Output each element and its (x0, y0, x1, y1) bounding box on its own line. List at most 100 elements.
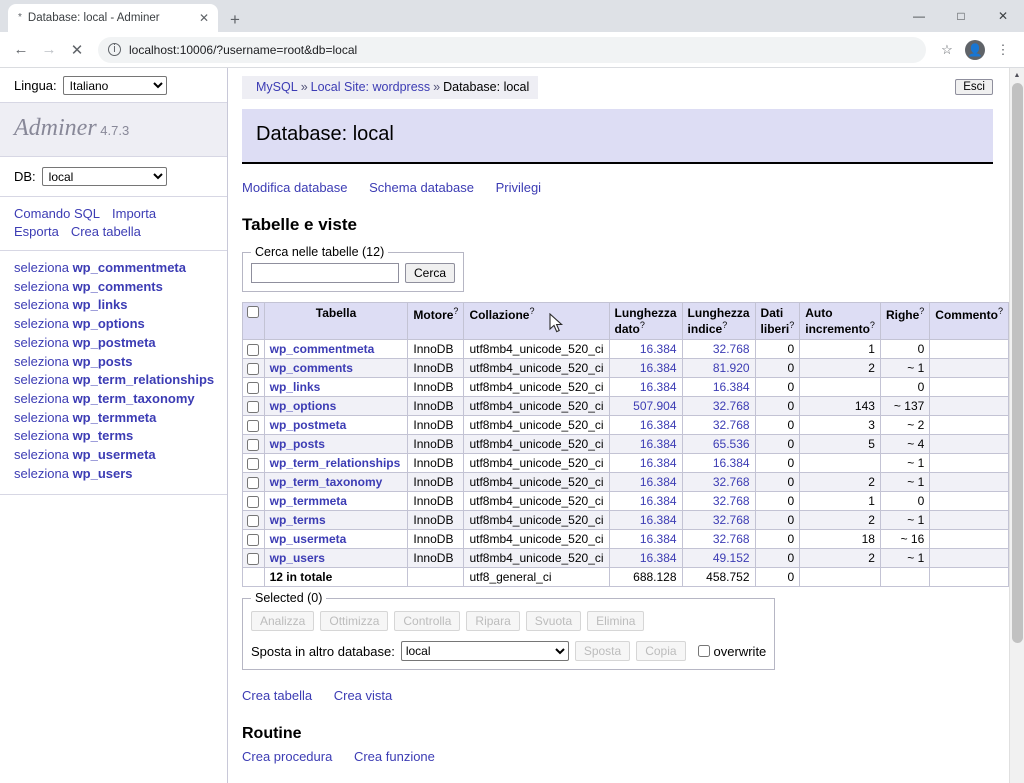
sidebar-table-link[interactable]: wp_terms (73, 428, 134, 443)
row-checkbox-cell[interactable] (242, 377, 265, 398)
link-create-procedure[interactable]: Crea procedura (242, 749, 332, 764)
row-checkbox[interactable] (247, 477, 260, 490)
table-name-link[interactable]: wp_postmeta (270, 418, 347, 432)
sidebar-table-link[interactable]: wp_termmeta (73, 410, 157, 425)
row-checkbox[interactable] (247, 515, 260, 528)
row-checkbox[interactable] (247, 401, 260, 414)
cell-name[interactable]: wp_commentmeta (263, 339, 409, 360)
row-checkbox[interactable] (247, 534, 260, 547)
repair-button[interactable]: Ripara (466, 611, 520, 632)
cell-name[interactable]: wp_comments (263, 358, 409, 379)
link-modify-database[interactable]: Modifica database (242, 180, 348, 195)
sidebar-table-link[interactable]: wp_postmeta (73, 335, 156, 350)
logout-button[interactable]: Esci (955, 79, 993, 95)
page-scrollbar[interactable]: ▲ (1009, 68, 1024, 783)
close-icon[interactable]: ✕ (196, 12, 212, 24)
sidebar-select-link[interactable]: seleziona (14, 260, 69, 275)
link-privileges[interactable]: Privilegi (496, 180, 542, 195)
help-icon[interactable]: ? (789, 320, 794, 330)
menu-kebab-icon[interactable]: ⋮ (990, 37, 1016, 63)
sidebar-select-link[interactable]: seleziona (14, 335, 69, 350)
sidebar-table-link[interactable]: wp_posts (73, 354, 133, 369)
row-checkbox[interactable] (247, 382, 260, 395)
sidebar-table-link[interactable]: wp_term_relationships (73, 372, 215, 387)
select-all-header[interactable] (242, 301, 265, 341)
sidebar-link-import[interactable]: Importa (112, 206, 156, 221)
minimize-icon[interactable]: — (898, 0, 940, 32)
column-header-data-length[interactable]: Lunghezza dato? (608, 301, 683, 341)
row-checkbox-cell[interactable] (242, 358, 265, 379)
row-checkbox-cell[interactable] (242, 472, 265, 493)
scroll-up-icon[interactable]: ▲ (1010, 68, 1024, 83)
sidebar-select-link[interactable]: seleziona (14, 372, 69, 387)
search-input[interactable] (251, 263, 399, 283)
row-checkbox[interactable] (247, 420, 260, 433)
analyze-button[interactable]: Analizza (251, 611, 315, 632)
link-create-function[interactable]: Crea funzione (354, 749, 435, 764)
cell-name[interactable]: wp_termmeta (263, 491, 409, 512)
row-checkbox-cell[interactable] (242, 510, 265, 531)
column-header-index-length[interactable]: Lunghezza indice? (681, 301, 756, 341)
overwrite-label[interactable]: overwrite (697, 644, 766, 659)
bookmark-star-icon[interactable]: ☆ (934, 37, 960, 63)
sidebar-table-link[interactable]: wp_links (73, 297, 128, 312)
row-checkbox-cell[interactable] (242, 415, 265, 436)
table-name-link[interactable]: wp_comments (270, 361, 353, 375)
row-checkbox[interactable] (247, 439, 260, 452)
help-icon[interactable]: ? (640, 320, 645, 330)
table-name-link[interactable]: wp_options (270, 399, 337, 413)
truncate-button[interactable]: Svuota (525, 611, 582, 632)
sidebar-link-create-table[interactable]: Crea tabella (71, 224, 141, 239)
check-button[interactable]: Controlla (394, 611, 461, 632)
table-name-link[interactable]: wp_posts (270, 437, 325, 451)
link-database-schema[interactable]: Schema database (369, 180, 474, 195)
help-icon[interactable]: ? (529, 306, 534, 316)
site-info-icon[interactable]: i (108, 43, 121, 56)
column-header-comment[interactable]: Commento? (929, 301, 1009, 341)
sidebar-select-link[interactable]: seleziona (14, 447, 69, 462)
cell-name[interactable]: wp_options (263, 396, 409, 417)
help-icon[interactable]: ? (453, 306, 458, 316)
sidebar-select-link[interactable]: seleziona (14, 279, 69, 294)
column-header-auto-increment[interactable]: Auto incremento? (799, 301, 881, 341)
sidebar-table-link[interactable]: wp_usermeta (73, 447, 156, 462)
breadcrumb-site[interactable]: Local Site: wordpress (311, 80, 431, 94)
cell-name[interactable]: wp_term_taxonomy (263, 472, 409, 493)
sidebar-select-link[interactable]: seleziona (14, 297, 69, 312)
table-name-link[interactable]: wp_term_taxonomy (270, 475, 383, 489)
table-name-link[interactable]: wp_links (270, 380, 321, 394)
table-name-link[interactable]: wp_users (270, 551, 325, 565)
forward-icon[interactable]: → (36, 37, 62, 63)
row-checkbox-cell[interactable] (242, 548, 265, 569)
window-close-icon[interactable]: ✕ (982, 0, 1024, 32)
help-icon[interactable]: ? (722, 320, 727, 330)
breadcrumb-server[interactable]: MySQL (256, 80, 298, 94)
sidebar-select-link[interactable]: seleziona (14, 354, 69, 369)
column-header-collation[interactable]: Collazione? (463, 301, 610, 341)
row-checkbox[interactable] (247, 496, 260, 509)
sidebar-select-link[interactable]: seleziona (14, 316, 69, 331)
scrollbar-thumb[interactable] (1012, 83, 1023, 643)
sidebar-table-link[interactable]: wp_commentmeta (73, 260, 186, 275)
column-header-rows[interactable]: Righe? (879, 301, 931, 341)
move-button[interactable]: Sposta (574, 641, 631, 662)
row-checkbox-cell[interactable] (242, 491, 265, 512)
cell-name[interactable]: wp_usermeta (263, 529, 409, 550)
profile-avatar[interactable]: 👤 (962, 37, 988, 63)
address-bar[interactable]: i localhost:10006/?username=root&db=loca… (98, 36, 926, 63)
sidebar-select-link[interactable]: seleziona (14, 391, 69, 406)
sidebar-link-export[interactable]: Esporta (14, 224, 59, 239)
copy-button[interactable]: Copia (636, 641, 686, 662)
db-select[interactable]: local (41, 167, 167, 186)
sidebar-link-sql-command[interactable]: Comando SQL (14, 206, 100, 221)
move-target-select[interactable]: local (400, 641, 569, 662)
cell-name[interactable]: wp_posts (263, 434, 409, 455)
new-tab-button[interactable]: + (230, 11, 240, 28)
sidebar-table-link[interactable]: wp_users (73, 466, 133, 481)
sidebar-select-link[interactable]: seleziona (14, 466, 69, 481)
language-select[interactable]: Italiano (62, 76, 167, 95)
sidebar-table-link[interactable]: wp_options (73, 316, 145, 331)
row-checkbox-cell[interactable] (242, 434, 265, 455)
cell-name[interactable]: wp_links (263, 377, 409, 398)
stop-icon[interactable]: ✕ (64, 37, 90, 63)
